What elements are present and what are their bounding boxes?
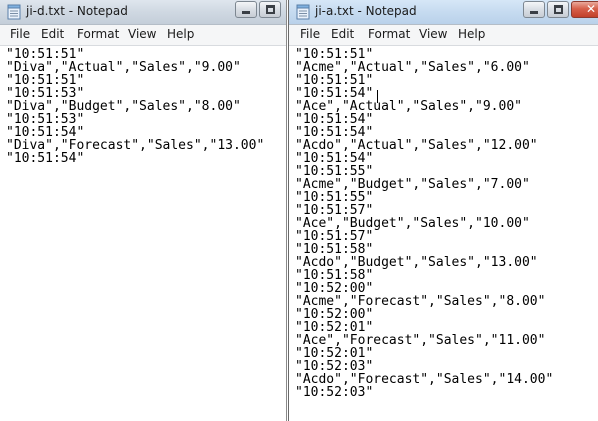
menu-file[interactable]: File xyxy=(10,27,30,41)
maximize-icon xyxy=(266,5,275,14)
maximize-button[interactable] xyxy=(547,1,569,18)
menu-format[interactable]: Format xyxy=(368,27,410,41)
window-title: ji-a.txt - Notepad xyxy=(315,4,417,18)
notepad-window-right: ji-a.txt - Notepad ✕ File Edit Format Vi… xyxy=(288,0,598,421)
menu-help[interactable]: Help xyxy=(458,27,485,41)
title-bar[interactable]: ji-d.txt - Notepad xyxy=(0,0,286,25)
close-icon: ✕ xyxy=(585,2,597,16)
menu-bar: File Edit Format View Help xyxy=(289,25,598,46)
text-line: "10:52:03" xyxy=(295,385,374,400)
minimize-button[interactable] xyxy=(523,1,545,18)
menu-edit[interactable]: Edit xyxy=(41,27,64,41)
minimize-button[interactable] xyxy=(235,1,257,18)
menu-help[interactable]: Help xyxy=(167,27,194,41)
maximize-icon xyxy=(554,5,563,14)
menu-view[interactable]: View xyxy=(128,27,156,41)
menu-format[interactable]: Format xyxy=(77,27,119,41)
menu-file[interactable]: File xyxy=(300,27,320,41)
notepad-window-left: ji-d.txt - Notepad File Edit Format View… xyxy=(0,0,287,421)
menu-edit[interactable]: Edit xyxy=(331,27,354,41)
minimize-icon xyxy=(530,11,538,14)
minimize-icon xyxy=(242,11,250,14)
window-title: ji-d.txt - Notepad xyxy=(26,4,128,18)
text-editor[interactable]: "10:51:51" "Acme","Actual","Sales","6.00"… xyxy=(289,46,598,421)
close-button[interactable]: ✕ xyxy=(571,1,598,18)
menu-bar: File Edit Format View Help xyxy=(0,25,286,46)
notepad-icon xyxy=(7,4,21,20)
title-bar[interactable]: ji-a.txt - Notepad ✕ xyxy=(289,0,598,25)
notepad-icon xyxy=(296,4,310,20)
menu-view[interactable]: View xyxy=(419,27,447,41)
text-line: "10:51:54" xyxy=(6,151,85,166)
maximize-button[interactable] xyxy=(259,1,281,18)
text-editor[interactable]: "10:51:51" "Diva","Actual","Sales","9.00"… xyxy=(0,46,286,421)
